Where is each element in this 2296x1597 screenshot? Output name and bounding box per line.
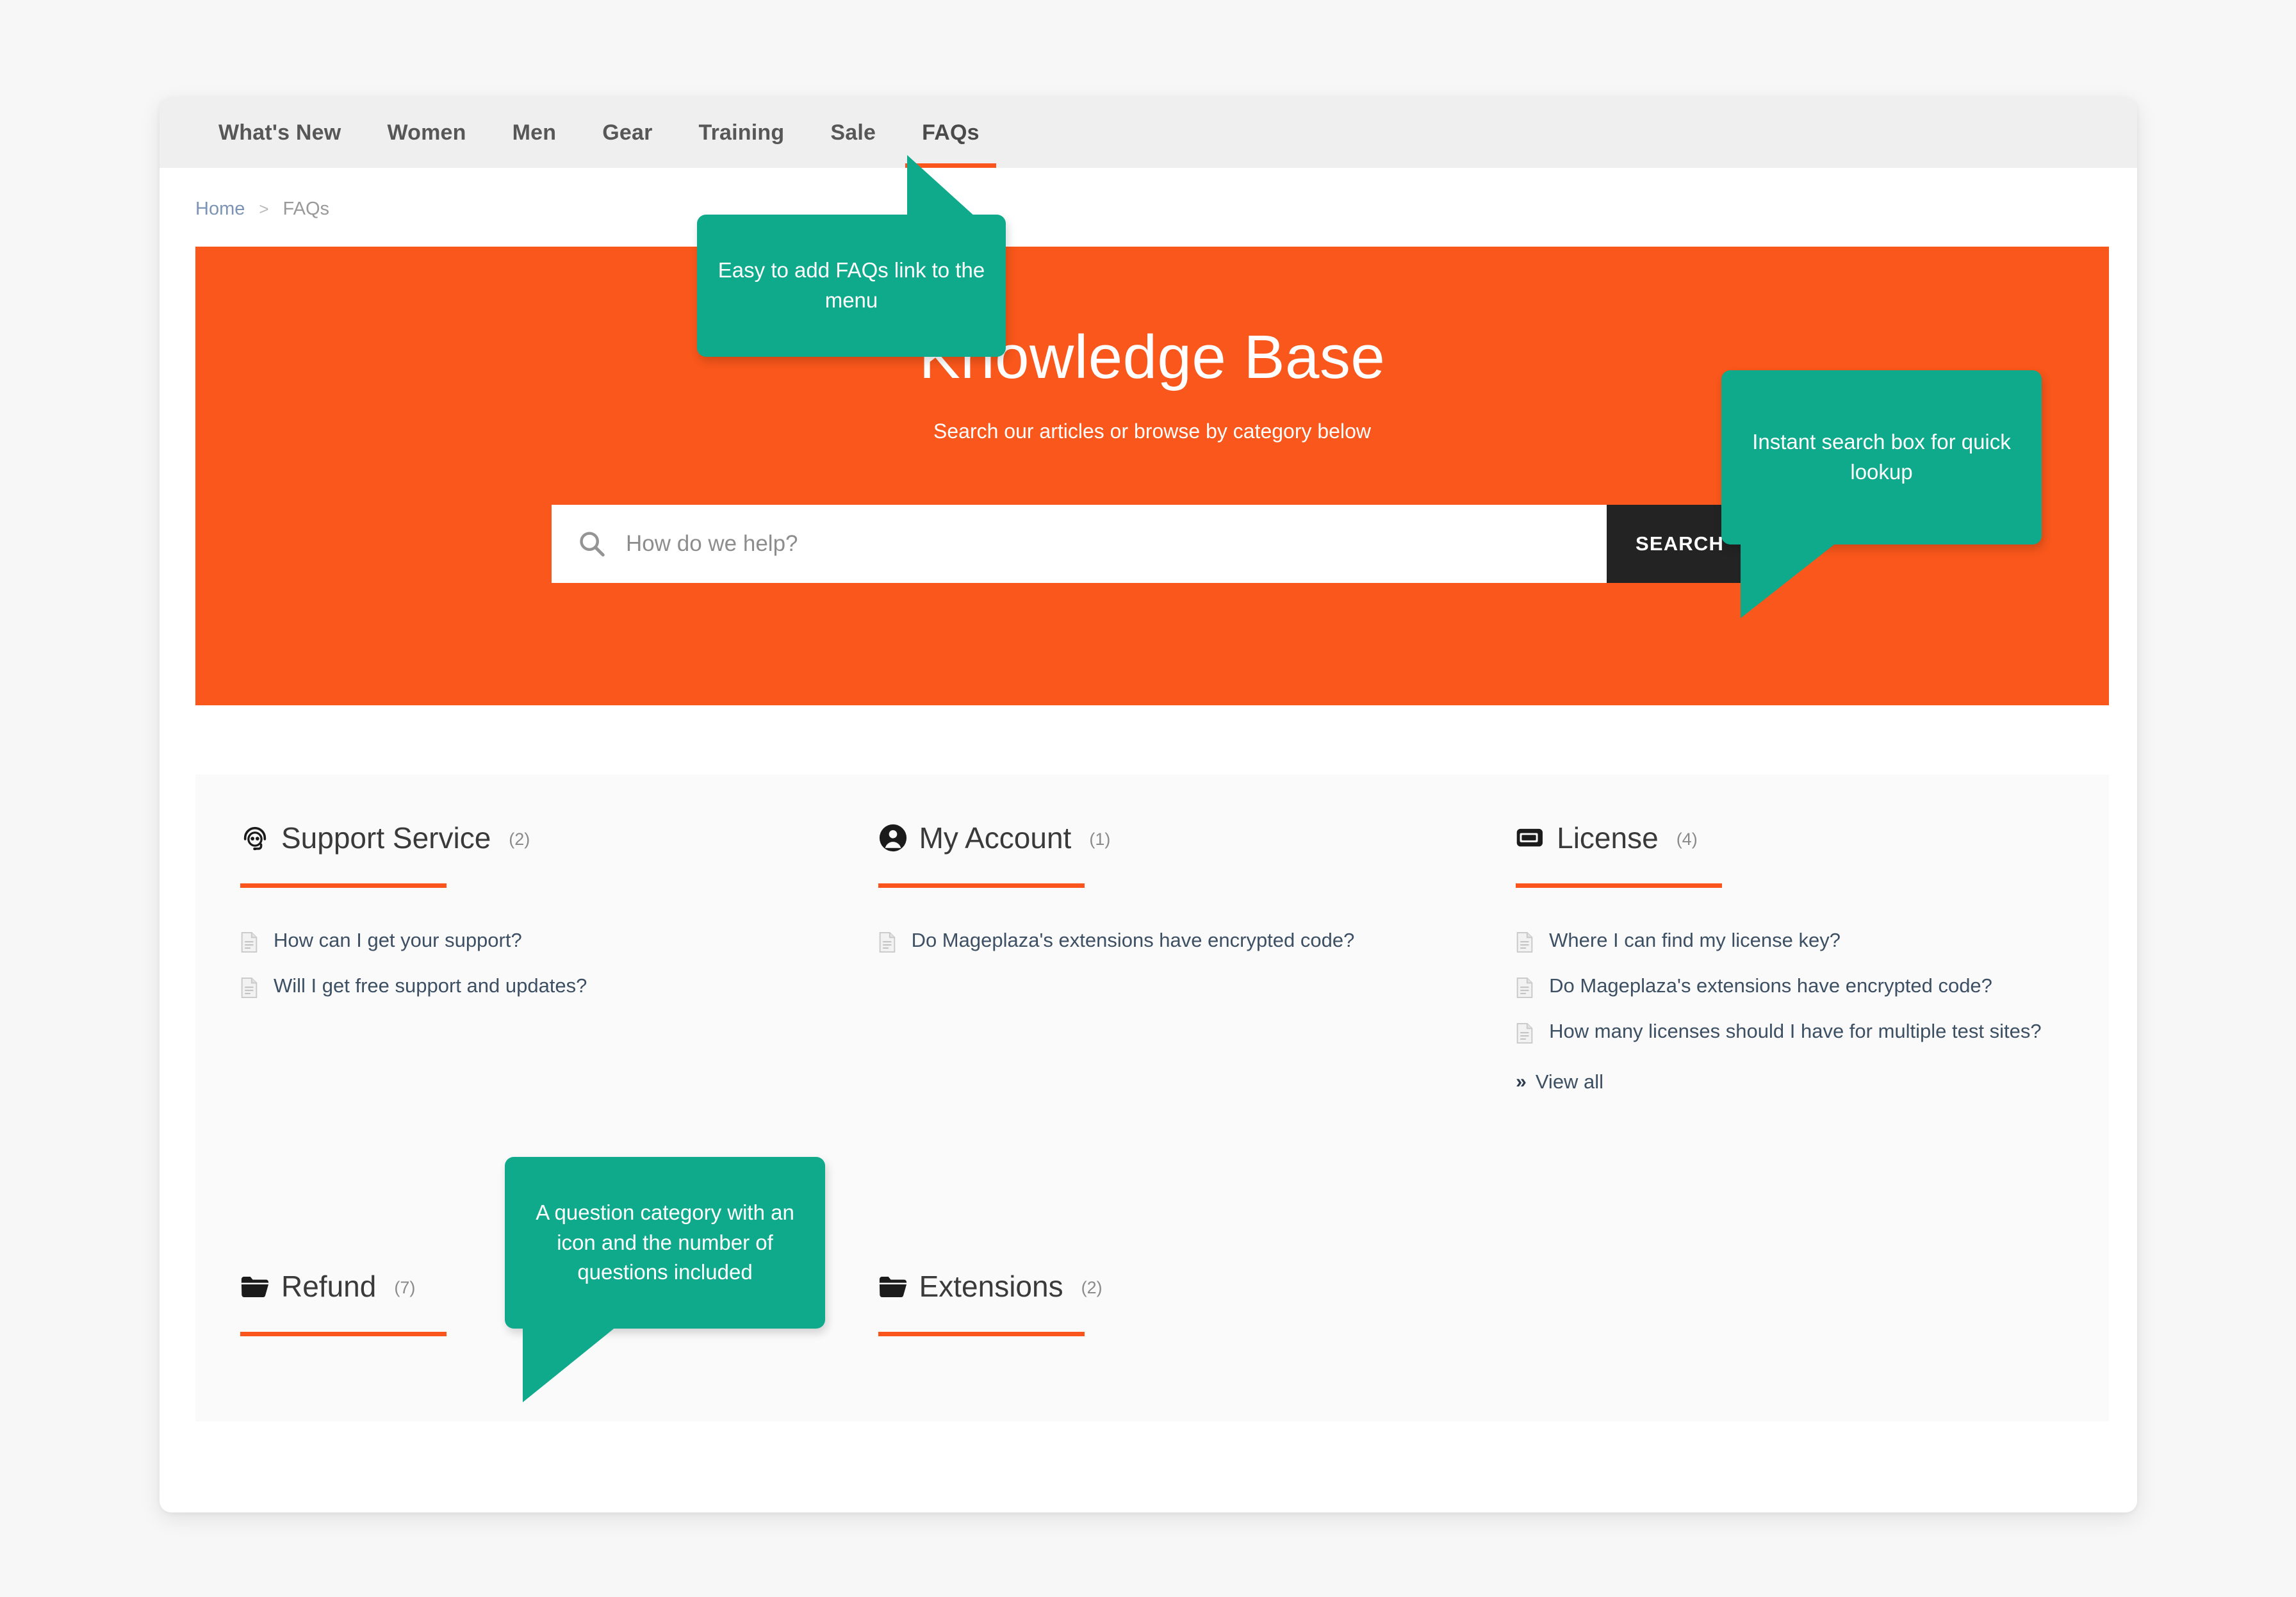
nav-item-sale[interactable]: Sale bbox=[807, 97, 899, 168]
category-count: (2) bbox=[1081, 1278, 1103, 1298]
double-chevron-right-icon: » bbox=[1516, 1070, 1527, 1092]
question-link[interactable]: How can I get your support? bbox=[240, 925, 795, 956]
category-underline bbox=[878, 1332, 1085, 1337]
callout-category-text: A question category with an icon and the… bbox=[536, 1200, 794, 1284]
page-background: What's New Women Men Gear Training Sale FAQs H… bbox=[0, 0, 2296, 1597]
folder-open-icon bbox=[241, 1277, 269, 1298]
category-header[interactable]: Extensions (2) bbox=[878, 1269, 1433, 1304]
category-count: (2) bbox=[509, 830, 530, 849]
callout-tail bbox=[907, 155, 975, 217]
category-underline bbox=[878, 883, 1085, 888]
callout-search-text: Instant search box for quick lookup bbox=[1752, 430, 2011, 484]
breadcrumb-home-link[interactable]: Home bbox=[195, 199, 245, 220]
category-column: License (4) Where I can find my license ke… bbox=[1471, 821, 2109, 1141]
question-list: Where I can find my license key? Do Magep… bbox=[1516, 925, 2070, 1093]
category-name: Refund bbox=[281, 1270, 377, 1304]
headset-icon bbox=[243, 826, 266, 851]
question-text: Where I can find my license key? bbox=[1549, 929, 1841, 951]
callout-menu-note: Easy to add FAQs link to the menu bbox=[697, 155, 1006, 357]
question-link[interactable]: Where I can find my license key? bbox=[1516, 925, 2070, 956]
document-icon bbox=[879, 931, 895, 953]
callout-tail bbox=[1741, 543, 1837, 618]
category-underline bbox=[1516, 883, 1723, 888]
question-text: Do Mageplaza's extensions have encrypted… bbox=[911, 929, 1355, 951]
category-underline bbox=[240, 883, 447, 888]
folder-open-icon bbox=[879, 1277, 906, 1298]
license-card-icon bbox=[1516, 828, 1543, 847]
question-link[interactable]: Will I get free support and updates? bbox=[240, 970, 795, 1002]
question-link[interactable]: How many licenses should I have for mult… bbox=[1516, 1016, 2070, 1047]
main-navigation: What's New Women Men Gear Training Sale FAQs bbox=[160, 97, 2137, 168]
category-column: Support Service (2) How can I get your sup… bbox=[195, 821, 833, 1141]
document-icon bbox=[1516, 931, 1533, 953]
category-name: My Account bbox=[919, 821, 1072, 855]
nav-item-what-s-new[interactable]: What's New bbox=[195, 97, 364, 168]
callout-category-note: A question category with an icon and the… bbox=[505, 1157, 825, 1402]
document-icon bbox=[241, 977, 258, 999]
nav-item-gear[interactable]: Gear bbox=[579, 97, 675, 168]
breadcrumb: Home > FAQs bbox=[160, 168, 2137, 220]
category-header[interactable]: License (4) bbox=[1516, 821, 2070, 855]
question-text: Will I get free support and updates? bbox=[274, 974, 587, 997]
category-name: License bbox=[1557, 821, 1659, 855]
category-count: (4) bbox=[1676, 830, 1698, 849]
document-icon bbox=[1516, 1022, 1533, 1044]
search-icon bbox=[580, 532, 605, 557]
category-count: (1) bbox=[1089, 830, 1111, 849]
breadcrumb-current: FAQs bbox=[283, 199, 330, 219]
callout-tail bbox=[523, 1327, 616, 1402]
nav-item-training[interactable]: Training bbox=[676, 97, 808, 168]
search-field[interactable] bbox=[552, 505, 1607, 583]
browser-frame: What's New Women Men Gear Training Sale FAQs H… bbox=[160, 97, 2137, 1512]
document-icon bbox=[1516, 977, 1533, 999]
question-text: Do Mageplaza's extensions have encrypted… bbox=[1549, 974, 1992, 997]
hero-subtitle: Search our articles or browse by categor… bbox=[933, 420, 1371, 443]
question-list: Do Mageplaza's extensions have encrypted… bbox=[878, 925, 1433, 956]
category-name: Support Service bbox=[281, 821, 491, 855]
category-name: Extensions bbox=[919, 1270, 1063, 1304]
category-underline bbox=[240, 1332, 447, 1337]
callout-menu-text: Easy to add FAQs link to the menu bbox=[718, 258, 985, 312]
search-input[interactable] bbox=[626, 531, 1607, 557]
question-text: How many licenses should I have for mult… bbox=[1549, 1019, 2042, 1042]
category-header[interactable]: Support Service (2) bbox=[240, 821, 795, 855]
category-grid: Support Service (2) How can I get your sup… bbox=[195, 774, 2109, 1421]
search-bar: SEARCH bbox=[552, 505, 1753, 583]
question-text: How can I get your support? bbox=[274, 929, 522, 951]
nav-item-men[interactable]: Men bbox=[489, 97, 580, 168]
document-icon bbox=[241, 931, 258, 953]
nav-item-women[interactable]: Women bbox=[364, 97, 489, 168]
view-all-label: View all bbox=[1535, 1070, 1604, 1093]
category-column: My Account (1) Do Mageplaza's extensions h… bbox=[833, 821, 1472, 1141]
question-list: How can I get your support? Will I get fr… bbox=[240, 925, 795, 1002]
question-link[interactable]: Do Mageplaza's extensions have encrypted… bbox=[878, 925, 1433, 956]
callout-search-note: Instant search box for quick lookup bbox=[1721, 370, 2042, 618]
question-link[interactable]: Do Mageplaza's extensions have encrypted… bbox=[1516, 970, 2070, 1002]
view-all-link[interactable]: » View all bbox=[1516, 1070, 2070, 1093]
category-column: Extensions (2) bbox=[833, 1269, 1472, 1421]
category-count: (7) bbox=[394, 1278, 416, 1298]
user-circle-icon bbox=[879, 824, 906, 852]
breadcrumb-separator-icon: > bbox=[259, 199, 269, 218]
category-header[interactable]: My Account (1) bbox=[878, 821, 1433, 855]
